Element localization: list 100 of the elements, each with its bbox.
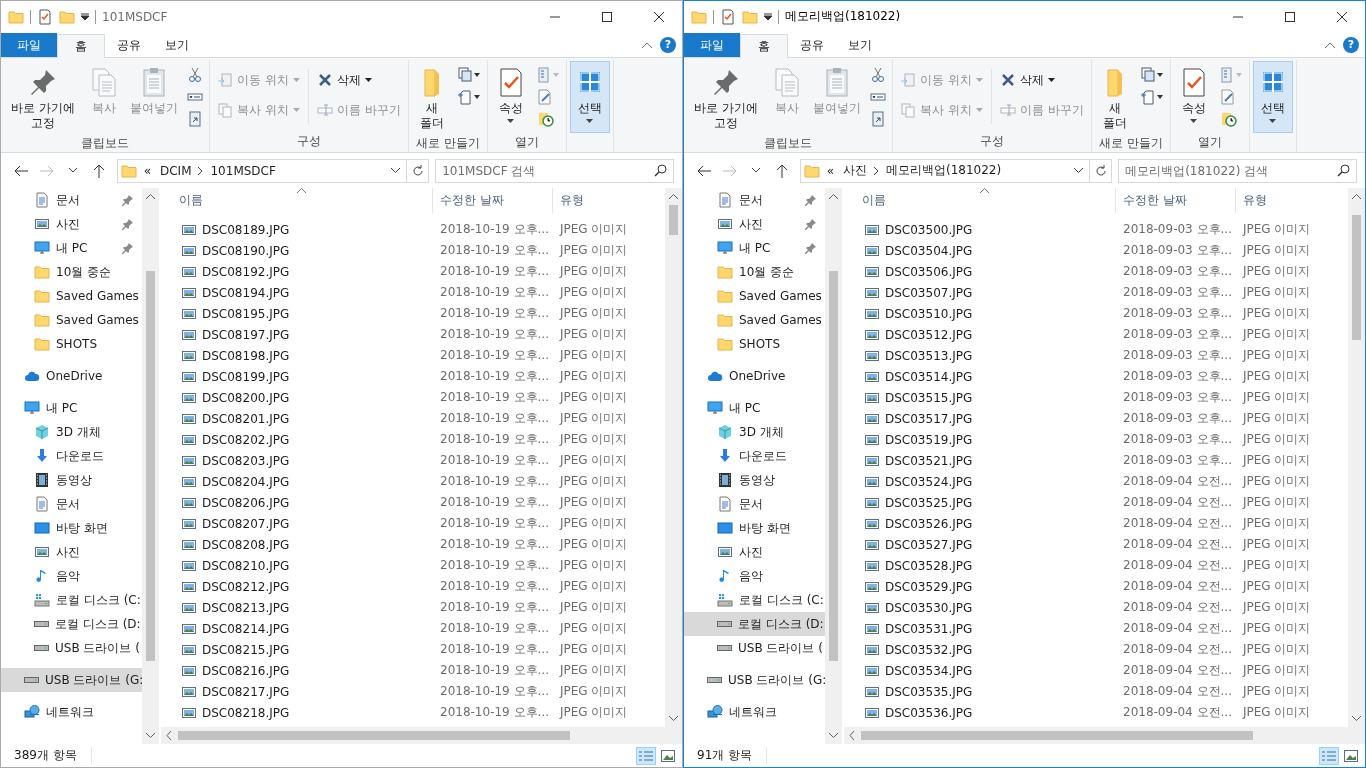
nav-item[interactable]: 내 PC (684, 236, 825, 260)
nav-item[interactable]: 문서 (1, 188, 142, 212)
column-header[interactable]: 유형 (1236, 188, 1348, 213)
file-name[interactable]: DSC08192.JPG (202, 264, 290, 279)
nav-item[interactable]: 음악 (1, 564, 142, 588)
nav-item[interactable]: 문서 (684, 492, 825, 516)
file-name[interactable]: DSC03526.JPG (885, 516, 973, 531)
scrollbar-thumb[interactable] (1352, 215, 1361, 340)
search-field[interactable]: 메모리백업(181022) 검색 (1118, 158, 1357, 183)
file-name[interactable]: DSC08198.JPG (202, 348, 290, 363)
ribbon-button[interactable]: 삭제 (995, 69, 1088, 91)
nav-item[interactable]: USB 드라이브 ( (684, 636, 825, 660)
ribbon-tab[interactable]: 홈 (57, 34, 105, 58)
nav-item[interactable]: 로컬 디스크 (C: (684, 588, 825, 612)
ribbon-tab[interactable]: 공유 (788, 33, 836, 57)
file-name[interactable]: DSC08206.JPG (202, 495, 290, 510)
ribbon-button[interactable]: 선택 (569, 61, 610, 133)
ribbon-button[interactable]: 바로 가기에 고정 (687, 61, 765, 135)
file-name[interactable]: DSC08212.JPG (202, 579, 290, 594)
file-name[interactable]: DSC08213.JPG (202, 600, 290, 615)
file-name[interactable]: DSC03517.JPG (885, 411, 973, 426)
file-name[interactable]: DSC08200.JPG (202, 390, 290, 405)
nav-item[interactable]: OneDrive (1, 364, 142, 388)
nav-item[interactable]: 사진 (684, 212, 825, 236)
file-name[interactable]: DSC08199.JPG (202, 369, 290, 384)
nav-item[interactable]: 바탕 화면 (684, 516, 825, 540)
document-icon[interactable] (456, 89, 481, 105)
nav-item[interactable]: SHOTS (1, 332, 142, 356)
file-name[interactable]: DSC08197.JPG (202, 327, 290, 342)
file-name[interactable]: DSC08218.JPG (202, 705, 290, 720)
file-name[interactable]: DSC03513.JPG (885, 348, 973, 363)
file-name[interactable]: DSC03530.JPG (885, 600, 973, 615)
file-tab[interactable]: 파일 (1, 33, 57, 57)
nav-item[interactable]: 문서 (684, 188, 825, 212)
nav-item[interactable]: Saved Games (684, 284, 825, 308)
file-name[interactable]: DSC08195.JPG (202, 306, 290, 321)
nav-item[interactable]: USB 드라이브 (G: (684, 668, 825, 692)
help-button[interactable]: ? (1343, 37, 1359, 53)
new-item-icon[interactable] (1139, 67, 1164, 83)
nav-item[interactable]: Saved Games (684, 308, 825, 332)
file-name[interactable]: DSC03512.JPG (885, 327, 973, 342)
file-name[interactable]: DSC08210.JPG (202, 558, 290, 573)
scissors-icon[interactable] (870, 67, 886, 83)
address-bar[interactable]: « 사진 메모리백업(181022) (799, 158, 1113, 183)
shortcut-icon[interactable] (187, 111, 203, 127)
collapse-ribbon-button[interactable] (1325, 42, 1335, 48)
file-name[interactable]: DSC03521.JPG (885, 453, 973, 468)
help-button[interactable]: ? (660, 37, 676, 53)
nav-item[interactable]: 네트워크 (684, 700, 825, 724)
nav-item[interactable]: 사진 (684, 540, 825, 564)
checkmark-document-icon[interactable] (37, 8, 53, 25)
nav-item[interactable]: 3D 개체 (1, 420, 142, 444)
column-header[interactable]: 유형 (553, 188, 665, 213)
file-name[interactable]: DSC03510.JPG (885, 306, 973, 321)
file-name[interactable]: DSC03525.JPG (885, 495, 973, 510)
horizontal-scrollbar[interactable] (844, 727, 1348, 744)
column-header[interactable]: 이름 (161, 188, 433, 213)
caret-icon[interactable] (81, 12, 89, 21)
file-name[interactable]: DSC03534.JPG (885, 663, 973, 678)
horizontal-scrollbar[interactable] (161, 727, 665, 744)
ribbon-tab[interactable]: 보기 (153, 33, 201, 57)
file-name[interactable]: DSC08194.JPG (202, 285, 290, 300)
ribbon-button[interactable]: 새 폴더 (411, 61, 452, 135)
file-name[interactable]: DSC03507.JPG (885, 285, 973, 300)
vertical-scrollbar[interactable] (142, 188, 159, 744)
column-header[interactable]: 수정한 날짜 (1116, 188, 1236, 213)
file-name[interactable]: DSC03504.JPG (885, 243, 973, 258)
file-name[interactable]: DSC03527.JPG (885, 537, 973, 552)
nav-item[interactable]: Saved Games (1, 284, 142, 308)
vertical-scrollbar[interactable] (825, 188, 842, 744)
search-field[interactable]: 101MSDCF 검색 (435, 158, 674, 183)
ribbon-button[interactable]: 삭제 (312, 69, 405, 91)
ribbon-button[interactable]: 새 폴더 (1094, 61, 1135, 135)
file-name[interactable]: DSC08203.JPG (202, 453, 290, 468)
nav-item[interactable]: 10월 중순 (684, 260, 825, 284)
nav-item[interactable]: 3D 개체 (684, 420, 825, 444)
scissors-icon[interactable] (187, 67, 203, 83)
vertical-scrollbar[interactable] (1348, 188, 1365, 727)
nav-item[interactable]: 사진 (1, 212, 142, 236)
shortcut-icon[interactable] (870, 111, 886, 127)
scrollbar-thumb[interactable] (146, 271, 155, 661)
breadcrumb[interactable]: 사진 (840, 162, 869, 179)
nav-item[interactable]: OneDrive (684, 364, 825, 388)
nav-item[interactable]: 내 PC (1, 236, 142, 260)
ribbon-button[interactable]: 속성 (1173, 61, 1214, 133)
nav-item[interactable]: SHOTS (684, 332, 825, 356)
scrollbar-thumb[interactable] (669, 205, 678, 235)
file-name[interactable]: DSC08202.JPG (202, 432, 290, 447)
scrollbar-thumb[interactable] (178, 731, 570, 740)
ribbon-button[interactable]: 속성 (490, 61, 531, 133)
ribbon-tab[interactable]: 공유 (105, 33, 153, 57)
nav-item[interactable]: 동영상 (1, 468, 142, 492)
file-name[interactable]: DSC08189.JPG (202, 222, 290, 237)
file-name[interactable]: DSC08215.JPG (202, 642, 290, 657)
file-name[interactable]: DSC03528.JPG (885, 558, 973, 573)
breadcrumb[interactable]: 101MSDCF (208, 163, 278, 178)
breadcrumb[interactable]: 메모리백업(181022) (883, 162, 1004, 179)
breadcrumb[interactable]: DCIM (157, 163, 194, 178)
file-name[interactable]: DSC03531.JPG (885, 621, 973, 636)
file-name[interactable]: DSC03506.JPG (885, 264, 973, 279)
